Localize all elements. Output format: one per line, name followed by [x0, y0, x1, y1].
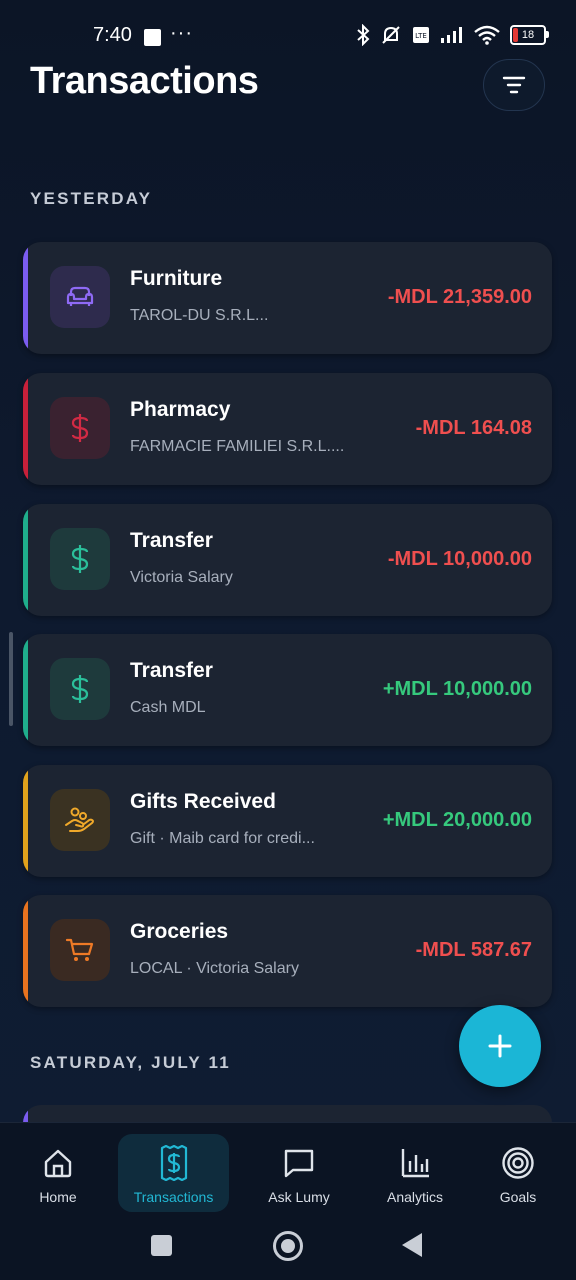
page-title: Transactions [30, 60, 259, 102]
svg-text:LTE: LTE [415, 32, 427, 40]
transaction-title: Furniture [130, 267, 223, 290]
chat-icon [284, 1149, 314, 1178]
category-icon-box [50, 266, 110, 328]
transaction-card[interactable]: Furniture TAROL-DU S.R.L... -MDL 21,359.… [23, 242, 552, 354]
transaction-amount: +MDL 10,000.00 [382, 678, 532, 700]
transaction-subtitle: FARMACIE FAMILIEI S.R.L.... [130, 438, 345, 455]
nav-label: Ask Lumy [268, 1189, 330, 1205]
transaction-title: Transfer [130, 659, 213, 682]
dollar-icon [71, 545, 89, 573]
transaction-subtitle: Gift · Maib card for credi... [130, 830, 315, 847]
transaction-card[interactable]: Pharmacy FARMACIE FAMILIEI S.R.L.... -MD… [23, 373, 552, 485]
category-icon-box [50, 397, 110, 459]
system-nav-bar [0, 1222, 576, 1280]
section-label-saturday: SATURDAY, JULY 11 [30, 1053, 231, 1072]
receipt-icon [160, 1145, 187, 1181]
dollar-icon [71, 414, 89, 442]
nav-transactions[interactable]: Transactions [118, 1123, 229, 1223]
wifi-icon [474, 25, 500, 45]
bottom-nav: Home Transactions Ask Lumy Analytics Goa… [0, 1122, 576, 1223]
battery-icon: 18 [510, 25, 549, 45]
transaction-title: Gifts Received [130, 790, 276, 813]
transaction-subtitle: TAROL-DU S.R.L... [130, 307, 269, 324]
category-icon-box [50, 528, 110, 590]
nav-goals[interactable]: Goals [478, 1123, 558, 1223]
home-icon [44, 1149, 72, 1178]
battery-level: 18 [521, 29, 535, 41]
more-notifications-icon: ··· [170, 22, 193, 44]
bar-chart-icon [401, 1149, 429, 1178]
transaction-amount: -MDL 10,000.00 [387, 548, 532, 570]
signal-icon [441, 27, 462, 43]
notification-icon [144, 29, 161, 46]
status-icons: LTE 18 [356, 24, 549, 46]
scrollbar[interactable] [9, 632, 13, 726]
nav-label: Home [39, 1189, 77, 1205]
bluetooth-icon [357, 24, 370, 46]
gift-hand-icon [65, 807, 94, 832]
filter-icon [502, 76, 526, 94]
category-icon-box [50, 919, 110, 981]
cart-icon [65, 938, 94, 961]
nav-home[interactable]: Home [18, 1123, 98, 1223]
sofa-icon [66, 286, 94, 306]
category-accent [23, 504, 28, 616]
nav-label: Transactions [133, 1189, 214, 1205]
category-accent [23, 373, 28, 485]
transaction-subtitle: Cash MDL [130, 699, 206, 716]
category-accent [23, 895, 28, 1007]
nav-analytics[interactable]: Analytics [370, 1123, 460, 1223]
back-button[interactable] [401, 1232, 423, 1258]
add-transaction-button[interactable] [459, 1005, 541, 1087]
nav-label: Goals [499, 1189, 537, 1205]
target-icon [502, 1147, 534, 1179]
transaction-card[interactable]: Gifts Received Gift · Maib card for cred… [23, 765, 552, 877]
nav-label: Analytics [386, 1189, 444, 1205]
home-system-button[interactable] [273, 1231, 303, 1261]
volte-icon: LTE [413, 27, 429, 43]
transaction-card[interactable]: Transfer Victoria Salary -MDL 10,000.00 [23, 504, 552, 616]
home-dot-icon [281, 1239, 295, 1253]
transaction-subtitle: LOCAL · Victoria Salary [130, 960, 299, 977]
transaction-amount: +MDL 20,000.00 [382, 809, 532, 831]
transaction-card[interactable]: Groceries LOCAL · Victoria Salary -MDL 5… [23, 895, 552, 1007]
transaction-title: Transfer [130, 529, 213, 552]
category-accent [23, 634, 28, 746]
transaction-title: Groceries [130, 920, 229, 943]
transaction-amount: -MDL 587.67 [415, 939, 532, 961]
nav-ask-lumy[interactable]: Ask Lumy [254, 1123, 344, 1223]
category-accent [23, 765, 28, 877]
section-label-yesterday: YESTERDAY [30, 189, 153, 208]
transaction-amount: -MDL 21,359.00 [387, 286, 532, 308]
silent-icon [382, 26, 400, 44]
dollar-icon [71, 675, 89, 703]
status-time: 7:40 [93, 24, 132, 46]
category-icon-box [50, 789, 110, 851]
filter-button[interactable] [483, 59, 545, 111]
category-icon-box [50, 658, 110, 720]
category-accent [23, 242, 28, 354]
transaction-title: Pharmacy [130, 398, 231, 421]
plus-icon [488, 1034, 512, 1058]
transaction-card[interactable]: Transfer Cash MDL +MDL 10,000.00 [23, 634, 552, 746]
transaction-subtitle: Victoria Salary [130, 569, 233, 586]
transaction-amount: -MDL 164.08 [415, 417, 532, 439]
recents-button[interactable] [151, 1235, 172, 1256]
